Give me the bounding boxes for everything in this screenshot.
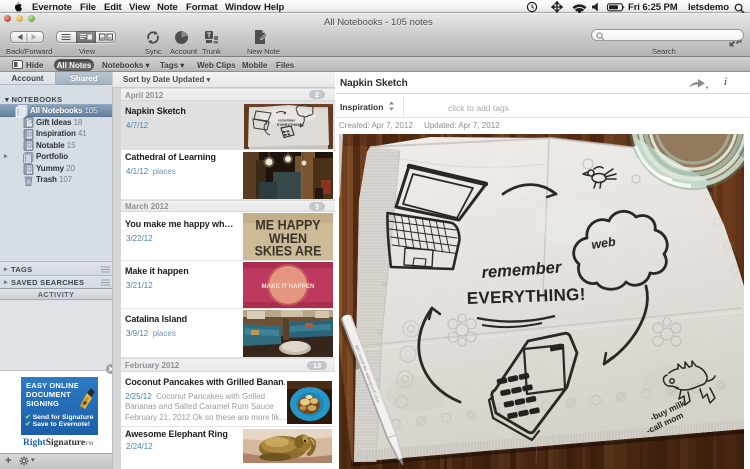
svg-text:MAKE IT HAPPEN: MAKE IT HAPPEN: [262, 283, 315, 290]
svg-text:SKIES ARE: SKIES ARE: [255, 243, 322, 259]
svg-text:EVERYTHING!: EVERYTHING!: [277, 122, 303, 127]
svg-text:T: T: [207, 33, 212, 40]
